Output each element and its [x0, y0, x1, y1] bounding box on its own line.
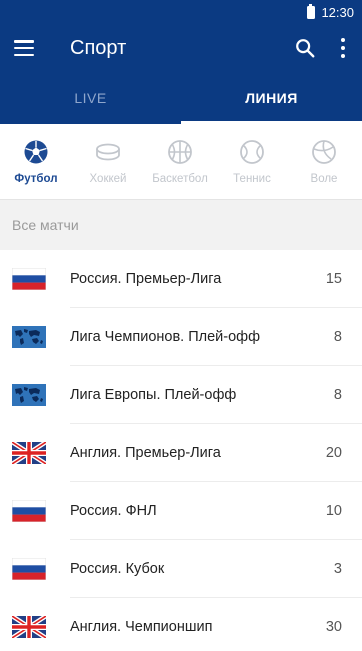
sport-label: Футбол [14, 172, 58, 185]
tab-indicator [181, 121, 362, 124]
page-title: Спорт [70, 36, 127, 59]
match-count: 8 [333, 329, 342, 345]
search-icon[interactable] [294, 37, 316, 59]
volleyball-icon [312, 139, 336, 164]
league-name: Англия. Чемпионшип [70, 619, 213, 635]
league-row[interactable]: Россия. Премьер-Лига 15 [0, 250, 362, 308]
sport-label: Воле [310, 172, 338, 185]
sport-tennis[interactable]: Теннис [216, 124, 288, 199]
status-time: 12:30 [321, 4, 354, 20]
basketball-icon [168, 139, 192, 164]
section-header: Все матчи [0, 200, 362, 250]
league-row[interactable]: Англия. Премьер-Лига 20 [0, 424, 362, 482]
match-count: 30 [325, 619, 342, 635]
league-row[interactable]: Лига Чемпионов. Плей-офф 8 [0, 308, 362, 366]
sport-volleyball[interactable]: Воле [288, 124, 360, 199]
league-name: Россия. Премьер-Лига [70, 271, 222, 287]
russia-flag-icon [12, 558, 46, 580]
sport-label: Теннис [233, 172, 271, 185]
tab-live[interactable]: LIVE [0, 72, 181, 124]
league-row[interactable]: Лига Европы. Плей-офф 8 [0, 366, 362, 424]
uk-flag-icon [12, 442, 46, 464]
sport-label: Баскетбол [152, 172, 208, 185]
sport-selector: Футбол Хоккей Баскетбол Теннис Воле [0, 124, 362, 200]
sport-basketball[interactable]: Баскетбол [144, 124, 216, 199]
tab-line[interactable]: ЛИНИЯ [181, 72, 362, 124]
hockey-puck-icon [96, 143, 120, 160]
russia-flag-icon [12, 268, 46, 290]
tennis-ball-icon [240, 139, 264, 164]
russia-flag-icon [12, 500, 46, 522]
league-row[interactable]: Россия. ФНЛ 10 [0, 482, 362, 540]
sport-label: Хоккей [89, 172, 127, 185]
more-vert-icon[interactable] [340, 38, 346, 58]
match-count: 15 [325, 271, 342, 287]
tab-bar: LIVE ЛИНИЯ [0, 72, 362, 124]
match-count: 3 [333, 561, 342, 577]
match-count: 10 [325, 503, 342, 519]
league-name: Россия. ФНЛ [70, 503, 157, 519]
league-name: Лига Чемпионов. Плей-офф [70, 329, 261, 345]
league-list: Россия. Премьер-Лига 15 Лига Чемпионов. … [0, 250, 362, 651]
app-bar: Спорт [0, 24, 362, 72]
battery-icon [307, 3, 316, 19]
league-name: Лига Европы. Плей-офф [70, 387, 237, 403]
menu-icon[interactable] [14, 40, 34, 56]
league-name: Россия. Кубок [70, 561, 165, 577]
match-count: 20 [325, 445, 342, 461]
sport-hockey[interactable]: Хоккей [72, 124, 144, 199]
world-map-icon [12, 384, 46, 406]
uk-flag-icon [12, 616, 46, 638]
world-map-icon [12, 326, 46, 348]
league-row[interactable]: Англия. Чемпионшип 30 [0, 598, 362, 651]
sport-football[interactable]: Футбол [0, 124, 72, 199]
status-bar: 12:30 [0, 0, 362, 24]
league-row[interactable]: Россия. Кубок 3 [0, 540, 362, 598]
soccer-ball-icon [24, 140, 48, 163]
league-name: Англия. Премьер-Лига [70, 445, 221, 461]
match-count: 8 [333, 387, 342, 403]
